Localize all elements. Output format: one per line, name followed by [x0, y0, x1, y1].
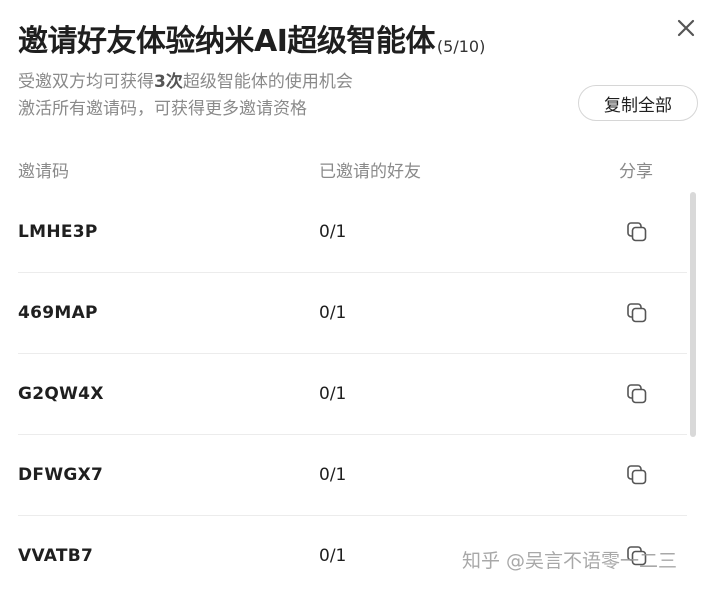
close-button[interactable]: [674, 16, 698, 40]
table-row: LMHE3P 0/1: [0, 192, 719, 273]
invite-code: LMHE3P: [18, 222, 98, 242]
copy-button[interactable]: [625, 463, 649, 487]
invited-count: 0/1: [319, 465, 347, 485]
subtitle-prefix: 受邀双方均可获得: [18, 72, 154, 92]
copy-all-button[interactable]: 复制全部: [578, 85, 698, 121]
invited-count: 0/1: [319, 384, 347, 404]
table-row: G2QW4X 0/1: [0, 354, 719, 435]
table-header: 邀请码 已邀请的好友 分享: [0, 157, 719, 182]
scrollbar[interactable]: [690, 192, 696, 437]
table-row: 469MAP 0/1: [0, 273, 719, 354]
copy-button[interactable]: [625, 382, 649, 406]
subtitle-line-2: 激活所有邀请码，可获得更多邀请资格: [18, 99, 307, 119]
header-invited-friends: 已邀请的好友: [319, 162, 421, 182]
copy-icon: [627, 222, 647, 242]
subtitle-bold: 3次: [154, 72, 183, 92]
invite-code: DFWGX7: [18, 465, 104, 485]
copy-button[interactable]: [625, 220, 649, 244]
copy-button[interactable]: [625, 301, 649, 325]
copy-icon: [627, 384, 647, 404]
invited-count: 0/1: [319, 222, 347, 242]
invite-code: VVATB7: [18, 546, 94, 566]
invite-count: (5/10): [436, 37, 486, 56]
watermark: 知乎 @吴言不语零一二三: [462, 550, 678, 572]
header-invite-code: 邀请码: [18, 162, 69, 182]
invited-count: 0/1: [319, 546, 347, 566]
invited-count: 0/1: [319, 303, 347, 323]
invite-code-list[interactable]: LMHE3P 0/1 469MAP 0/1 G2QW4X 0/1 DFWGX7 …: [0, 192, 719, 590]
table-row: DFWGX7 0/1: [0, 435, 719, 516]
invite-code: 469MAP: [18, 303, 98, 323]
copy-icon: [627, 465, 647, 485]
dialog-title: 邀请好友体验纳米AI超级智能体: [18, 24, 435, 59]
subtitle-suffix: 超级智能体的使用机会: [182, 72, 353, 92]
header-share: 分享: [619, 162, 653, 182]
close-icon: [677, 19, 695, 37]
title-row: 邀请好友体验纳米AI超级智能体 (5/10): [18, 22, 485, 62]
copy-icon: [627, 303, 647, 323]
subtitle-line-1: 受邀双方均可获得3次超级智能体的使用机会: [18, 70, 353, 94]
invite-code: G2QW4X: [18, 384, 104, 404]
